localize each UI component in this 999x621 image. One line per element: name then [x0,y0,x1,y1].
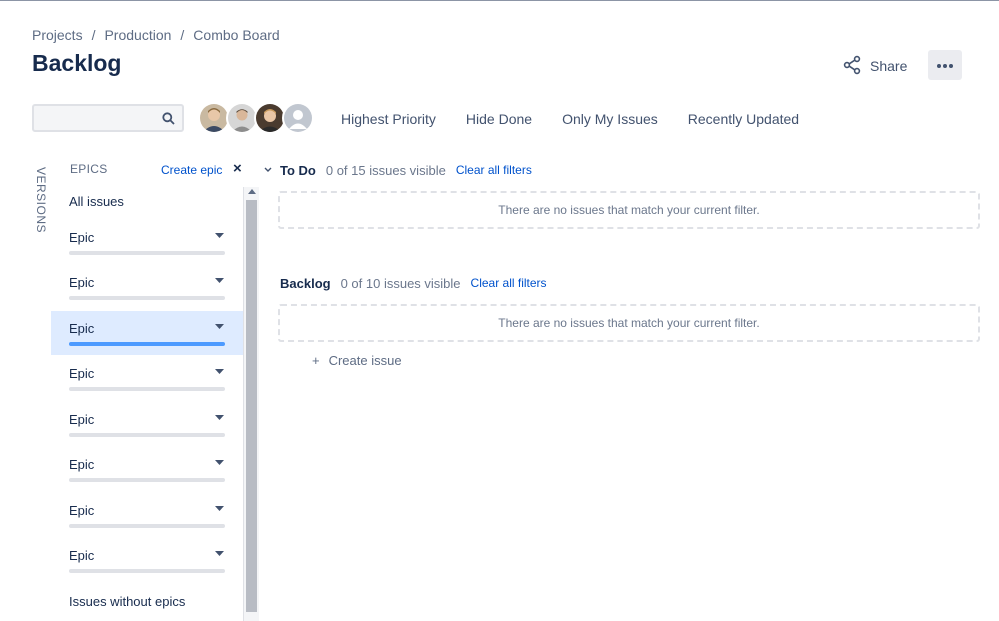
epic-item[interactable]: Epic [51,538,243,582]
epics-scrollbar[interactable] [243,187,259,621]
epic-label: Epic [69,503,95,518]
sprint-name: To Do [280,162,316,178]
epic-progress-bar [69,296,225,300]
chevron-down-icon[interactable] [213,321,225,333]
breadcrumb-production[interactable]: Production [104,27,171,43]
sprint-todo: To Do 0 of 15 issues visible Clear all f… [264,160,980,229]
sprint-name: Backlog [280,275,331,291]
share-label: Share [870,58,908,74]
epic-label: Epic [69,457,95,472]
clear-all-filters-link[interactable]: Clear all filters [456,163,532,177]
epic-progress-bar [69,251,225,255]
search-box [32,104,184,132]
breadcrumb-combo-board[interactable]: Combo Board [193,27,279,43]
chevron-down-icon[interactable] [213,548,225,560]
scrollbar-thumb[interactable] [246,200,257,612]
breadcrumb-separator: / [180,27,185,43]
epic-label: Epic [69,230,95,245]
issue-count: 0 of 10 issues visible [340,275,461,291]
empty-issues-dropzone: There are no issues that match your curr… [278,304,980,342]
versions-tab[interactable]: VERSIONS [28,165,52,235]
create-issue-button[interactable]: + Create issue [312,353,402,368]
epics-heading: EPICS [70,162,108,176]
epic-label: Epic [69,548,95,563]
epic-label: Epic [69,412,95,427]
empty-state-message: There are no issues that match your curr… [498,203,760,217]
top-border [0,0,999,1]
create-issue-label: Create issue [328,353,402,368]
chevron-down-icon[interactable] [213,275,225,287]
sprint-header: Backlog 0 of 10 issues visible Clear all… [264,273,980,293]
epic-item[interactable]: Epic [51,447,243,491]
quick-filter-recently-updated[interactable]: Recently Updated [677,108,810,130]
sprint-header: To Do 0 of 15 issues visible Clear all f… [264,160,980,180]
breadcrumb-projects[interactable]: Projects [32,27,83,43]
quick-filter-hide-done[interactable]: Hide Done [455,108,543,130]
epic-progress-bar [69,478,225,482]
close-epics-panel-icon[interactable]: × [233,160,242,177]
share-icon [842,55,862,78]
plus-icon: + [312,353,320,368]
epic-item[interactable]: Epic [51,402,243,446]
epic-item[interactable]: Epic [51,356,243,400]
epic-progress-bar [69,524,225,528]
avatar-group [198,102,314,134]
default-avatar[interactable] [282,102,314,134]
create-epic-link[interactable]: Create epic [161,163,222,177]
clear-all-filters-link[interactable]: Clear all filters [471,276,547,290]
search-input[interactable] [34,106,154,130]
quick-filter-highest-priority[interactable]: Highest Priority [330,108,447,130]
more-horizontal-icon [936,56,954,74]
share-button[interactable]: Share [842,52,907,80]
all-issues-filter[interactable]: All issues [69,194,124,209]
empty-state-message: There are no issues that match your curr… [498,316,760,330]
breadcrumb: Projects / Production / Combo Board [32,27,280,43]
epic-progress-bar [69,569,225,573]
epic-progress-bar [69,342,225,346]
issue-count: 0 of 15 issues visible [325,162,446,178]
breadcrumb-separator: / [91,27,96,43]
chevron-down-icon[interactable] [213,457,225,469]
scroll-up-arrow-icon[interactable] [248,189,256,194]
versions-tab-label: VERSIONS [34,167,48,234]
issues-without-epics-filter[interactable]: Issues without epics [69,594,185,609]
chevron-down-icon[interactable] [213,366,225,378]
epic-progress-bar [69,387,225,391]
quick-filter-only-my-issues[interactable]: Only My Issues [551,108,669,130]
epic-label: Epic [69,366,95,381]
epic-label: Epic [69,275,95,290]
chevron-down-icon[interactable] [213,230,225,242]
chevron-down-icon[interactable] [213,412,225,424]
epic-item[interactable]: Epic [51,493,243,537]
epic-label: Epic [69,321,95,336]
epic-item[interactable]: Epic [51,265,243,309]
search-icon[interactable] [162,112,175,125]
page-title: Backlog [32,50,122,76]
sprint-backlog: Backlog 0 of 10 issues visible Clear all… [264,273,980,342]
epic-item[interactable]: Epic [51,220,243,264]
chevron-down-icon[interactable] [213,503,225,515]
more-actions-button[interactable] [928,50,962,80]
epic-progress-bar [69,433,225,437]
chevron-down-icon[interactable] [264,167,280,173]
empty-issues-dropzone: There are no issues that match your curr… [278,191,980,229]
quick-filters: Highest Priority Hide Done Only My Issue… [330,108,818,130]
epics-panel: EPICS Create epic × All issues Epic Epic… [51,153,243,621]
epic-item-selected[interactable]: Epic [51,311,243,355]
